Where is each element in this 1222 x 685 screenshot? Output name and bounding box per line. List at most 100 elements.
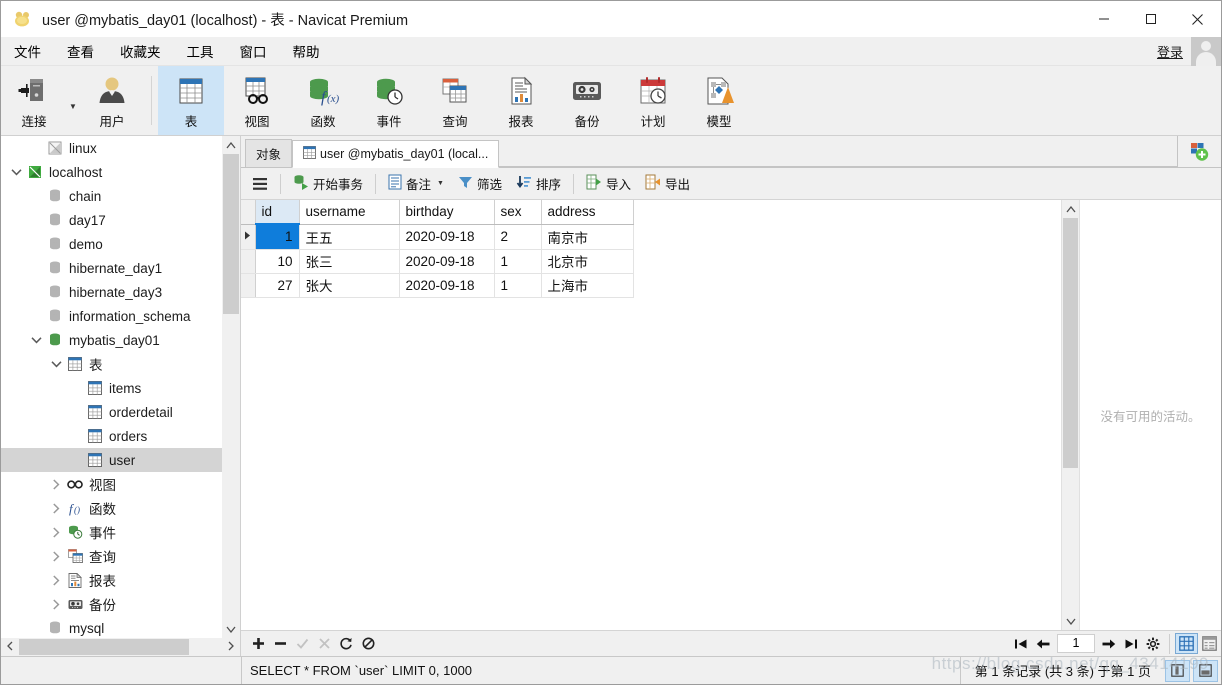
- toolbar-schedule[interactable]: 计划: [620, 66, 686, 135]
- column-header-birthday[interactable]: birthday: [399, 200, 495, 225]
- menu-favorites[interactable]: 收藏夹: [107, 37, 174, 65]
- menu-help[interactable]: 帮助: [280, 37, 333, 65]
- filter-button[interactable]: 筛选: [451, 171, 509, 196]
- tree-item-localhost[interactable]: localhost: [1, 160, 222, 184]
- chevron-right-icon[interactable]: [47, 598, 65, 610]
- cell-sex[interactable]: 1: [494, 249, 542, 274]
- cell-address[interactable]: 上海市: [541, 273, 634, 298]
- table-row[interactable]: 1 王五 2020-09-18 2 南京市: [241, 224, 634, 250]
- cell-username[interactable]: 王五: [299, 224, 400, 250]
- toggle-info-pane-button[interactable]: [1165, 659, 1190, 682]
- tree-item-[interactable]: f() 函数: [1, 496, 222, 520]
- next-page-button[interactable]: [1098, 633, 1120, 655]
- tree-item-mybatis_day01[interactable]: mybatis_day01: [1, 328, 222, 352]
- avatar[interactable]: [1191, 36, 1221, 66]
- menu-file[interactable]: 文件: [1, 37, 54, 65]
- tree-item-day17[interactable]: day17: [1, 208, 222, 232]
- cell-username[interactable]: 张三: [299, 249, 400, 274]
- import-button[interactable]: 导入: [579, 171, 638, 196]
- tree-item-items[interactable]: items: [1, 376, 222, 400]
- chevron-right-icon[interactable]: [47, 502, 65, 514]
- toolbar-report[interactable]: 报表: [488, 66, 554, 135]
- tree-item-[interactable]: 事件: [1, 520, 222, 544]
- sidebar-horizontal-scrollbar[interactable]: [1, 638, 240, 656]
- row-indicator[interactable]: [241, 273, 256, 298]
- cell-username[interactable]: 张大: [299, 273, 400, 298]
- new-query-icon[interactable]: [1177, 136, 1221, 167]
- menu-tools[interactable]: 工具: [174, 37, 227, 65]
- tree-item-[interactable]: 备份: [1, 592, 222, 616]
- chevron-right-icon[interactable]: [47, 526, 65, 538]
- tab-objects[interactable]: 对象: [245, 139, 293, 167]
- cell-birthday[interactable]: 2020-09-18: [399, 249, 495, 274]
- scroll-down-icon[interactable]: [222, 620, 240, 638]
- hamburger-icon[interactable]: [245, 174, 275, 194]
- tree-item-[interactable]: 报表: [1, 568, 222, 592]
- maximize-button[interactable]: [1127, 1, 1174, 37]
- export-button[interactable]: 导出: [638, 171, 697, 196]
- note-button[interactable]: 备注 ▼: [381, 171, 451, 196]
- toolbar-event[interactable]: 事件: [356, 66, 422, 135]
- stop-button[interactable]: [357, 633, 379, 655]
- toggle-grid-pane-button[interactable]: [1193, 659, 1218, 682]
- menu-window[interactable]: 窗口: [227, 37, 280, 65]
- toolbar-table[interactable]: 表: [158, 66, 224, 135]
- chevron-down-icon[interactable]: [7, 168, 25, 176]
- cell-sex[interactable]: 2: [494, 224, 542, 250]
- scroll-up-icon[interactable]: [1062, 200, 1079, 218]
- tree-item-linux[interactable]: linux: [1, 136, 222, 160]
- cell-id[interactable]: 27: [255, 273, 300, 298]
- tree-item-user[interactable]: user: [1, 448, 222, 472]
- column-header-address[interactable]: address: [541, 200, 634, 225]
- tree-item-[interactable]: 视图: [1, 472, 222, 496]
- cell-birthday[interactable]: 2020-09-18: [399, 273, 495, 298]
- begin-transaction-button[interactable]: 开始事务: [286, 171, 370, 196]
- tree-item-chain[interactable]: chain: [1, 184, 222, 208]
- scroll-left-icon[interactable]: [1, 641, 19, 653]
- toolbar-connection[interactable]: 连接: [1, 66, 67, 135]
- login-link[interactable]: 登录: [1157, 42, 1191, 61]
- grid-settings-button[interactable]: [1142, 633, 1164, 655]
- scroll-down-icon[interactable]: [1062, 612, 1079, 630]
- row-indicator[interactable]: [241, 249, 256, 274]
- tree-item-hibernate_day1[interactable]: hibernate_day1: [1, 256, 222, 280]
- toolbar-view[interactable]: 视图: [224, 66, 290, 135]
- cell-id[interactable]: 10: [255, 249, 300, 274]
- tree-item-[interactable]: 表: [1, 352, 222, 376]
- first-page-button[interactable]: [1010, 633, 1032, 655]
- sidebar-vertical-scrollbar[interactable]: [222, 136, 240, 638]
- sort-button[interactable]: 排序: [509, 171, 568, 196]
- scrollbar-thumb[interactable]: [223, 154, 239, 314]
- add-record-button[interactable]: [247, 633, 269, 655]
- cell-sex[interactable]: 1: [494, 273, 542, 298]
- tab-user-table[interactable]: user @mybatis_day01 (local...: [292, 140, 500, 168]
- menu-view[interactable]: 查看: [54, 37, 107, 65]
- close-button[interactable]: [1174, 1, 1221, 37]
- column-header-sex[interactable]: sex: [494, 200, 542, 225]
- chevron-down-icon[interactable]: [27, 336, 45, 344]
- column-header-username[interactable]: username: [299, 200, 400, 225]
- cell-address[interactable]: 北京市: [541, 249, 634, 274]
- form-view-toggle[interactable]: [1198, 633, 1221, 654]
- refresh-button[interactable]: [335, 633, 357, 655]
- scroll-up-icon[interactable]: [222, 136, 240, 154]
- scroll-right-icon[interactable]: [222, 641, 240, 653]
- connection-dropdown-caret[interactable]: ▼: [67, 66, 79, 135]
- toolbar-user[interactable]: 用户: [79, 66, 145, 135]
- toolbar-backup[interactable]: 备份: [554, 66, 620, 135]
- chevron-right-icon[interactable]: [47, 478, 65, 490]
- table-row[interactable]: 27 张大 2020-09-18 1 上海市: [241, 273, 634, 298]
- cell-birthday[interactable]: 2020-09-18: [399, 224, 495, 250]
- table-row[interactable]: 10 张三 2020-09-18 1 北京市: [241, 249, 634, 274]
- minimize-button[interactable]: [1080, 1, 1127, 37]
- chevron-right-icon[interactable]: [47, 574, 65, 586]
- tree-item-mysql[interactable]: mysql: [1, 616, 222, 638]
- cell-id[interactable]: 1: [255, 224, 300, 250]
- grid-view-toggle[interactable]: [1175, 633, 1198, 654]
- grid-vertical-scrollbar[interactable]: [1062, 200, 1079, 630]
- column-header-id[interactable]: id: [255, 200, 300, 225]
- data-table[interactable]: id username birthday sex address 1 王五 2020-09-1…: [241, 200, 634, 298]
- chevron-down-icon[interactable]: [47, 360, 65, 368]
- hscrollbar-thumb[interactable]: [19, 639, 189, 655]
- tree-item-[interactable]: 查询: [1, 544, 222, 568]
